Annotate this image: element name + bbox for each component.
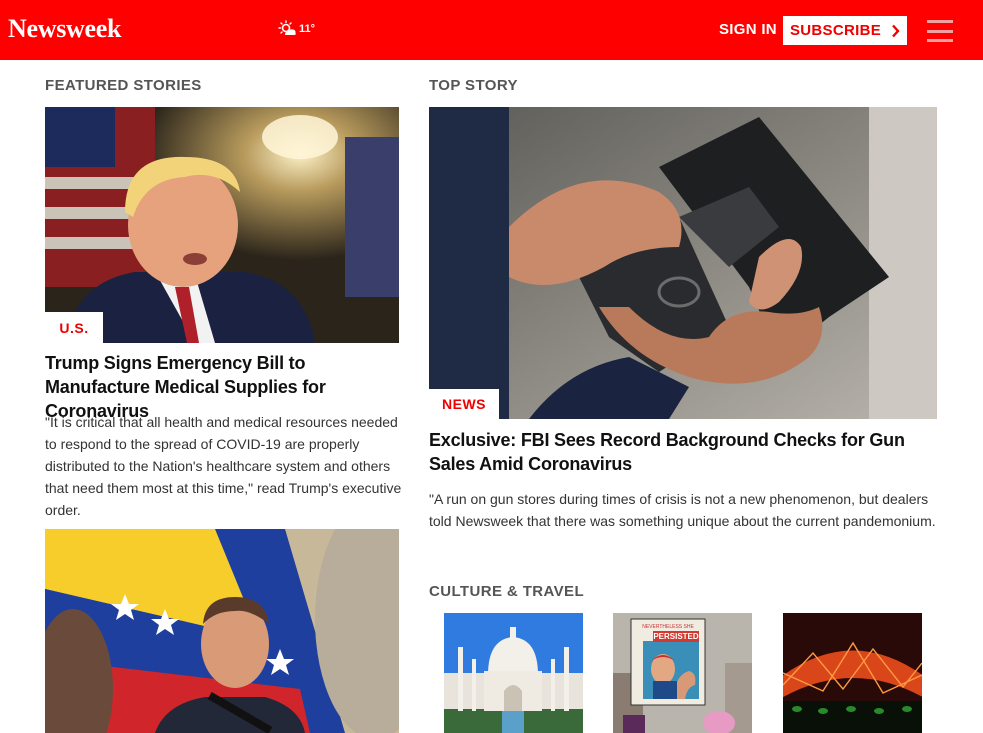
top-story-heading: TOP STORY: [429, 77, 518, 94]
taj-mahal-photo: [444, 613, 583, 733]
category-tag[interactable]: U.S.: [45, 312, 103, 343]
site-header: Newsweek 11° SIGN IN SUBSCRIBE: [0, 0, 983, 60]
culture-thumb-persisted[interactable]: NEVERTHELESS SHE PERSISTED: [613, 613, 752, 733]
protest-sign-photo: NEVERTHELESS SHE PERSISTED: [613, 613, 752, 733]
weather-widget[interactable]: 11°: [277, 20, 315, 38]
featured-story-image[interactable]: [45, 107, 399, 343]
trump-photo: [45, 107, 399, 343]
poster-line-1: NEVERTHELESS SHE: [642, 624, 694, 630]
menu-icon[interactable]: [927, 20, 953, 42]
subscribe-button[interactable]: SUBSCRIBE: [783, 16, 907, 45]
culture-travel-heading: CULTURE & TRAVEL: [429, 583, 585, 600]
featured-stories-heading: FEATURED STORIES: [45, 77, 202, 94]
top-story-summary: "A run on gun stores during times of cri…: [429, 491, 936, 529]
newsweek-logo[interactable]: Newsweek: [8, 14, 121, 44]
poster-line-2: PERSISTED: [653, 632, 699, 641]
category-tag-news[interactable]: NEWS: [429, 389, 499, 419]
subscribe-label: SUBSCRIBE: [789, 22, 882, 39]
sun-cloud-icon: [278, 20, 296, 35]
chevron-right-icon: [892, 24, 900, 37]
featured-story-image-2[interactable]: [45, 529, 399, 733]
handgun-photo: [429, 107, 937, 419]
venezuela-rally-photo: [45, 529, 399, 733]
top-story-image[interactable]: [429, 107, 937, 419]
sign-in-link[interactable]: SIGN IN: [719, 21, 777, 38]
top-story-headline[interactable]: Exclusive: FBI Sees Record Background Ch…: [429, 428, 939, 476]
featured-summary: "It is critical that all health and medi…: [45, 414, 402, 518]
culture-thumb-taj-mahal[interactable]: [444, 613, 583, 733]
weather-temp: 11°: [299, 23, 316, 35]
birds-nest-stadium-photo: [783, 613, 922, 733]
culture-thumb-stadium[interactable]: [783, 613, 922, 733]
